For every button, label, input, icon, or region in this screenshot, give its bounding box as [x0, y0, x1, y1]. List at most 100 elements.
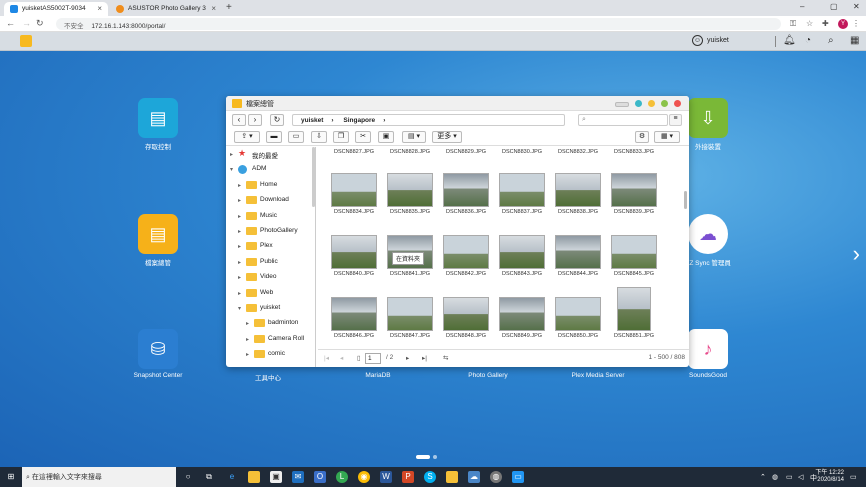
chevron-down-icon[interactable]: ▾: [230, 166, 233, 173]
chevron-right-icon[interactable]: ▸: [238, 290, 241, 297]
powerpoint-icon[interactable]: P: [402, 471, 414, 483]
widget-icon[interactable]: ▦: [850, 35, 859, 46]
file-thumbnail-item[interactable]: DSCN8849.JPG: [494, 297, 550, 339]
taskbar-pin-button[interactable]: [615, 102, 630, 107]
windows-start-icon[interactable]: ⊞: [5, 471, 17, 483]
tree-item[interactable]: ▸ Home: [226, 178, 315, 193]
chevron-right-icon[interactable]: ▸: [238, 213, 241, 220]
skype-icon[interactable]: S: [424, 471, 436, 483]
notification-bell-icon[interactable]: 🔔︎: [783, 35, 796, 46]
back-arrow-icon[interactable]: ←: [6, 18, 15, 28]
network-icon[interactable]: ▭: [786, 473, 793, 481]
taskbar-search-input[interactable]: ⌕ 在這裡輸入文字來搜尋: [22, 467, 176, 487]
file-name-label[interactable]: DSCN8827.JPG: [326, 149, 382, 155]
cortana-icon[interactable]: ○: [182, 471, 194, 483]
volume-icon[interactable]: ◁: [798, 473, 803, 481]
info-button[interactable]: [635, 100, 643, 107]
chevron-right-icon[interactable]: ▸: [238, 197, 241, 204]
tree-item[interactable]: ▸ Video: [226, 270, 315, 285]
tree-item[interactable]: ▸ Camera Roll: [226, 332, 315, 347]
download-icon[interactable]: ⇩: [311, 131, 327, 143]
desktop-pager[interactable]: [416, 454, 440, 461]
window-titlebar[interactable]: 檔案總管: [226, 96, 689, 111]
breadcrumb-yuisket[interactable]: yuisket: [301, 117, 323, 124]
chevron-right-icon[interactable]: ▸: [238, 182, 241, 189]
view-mode-button[interactable]: ▦ ▾: [654, 131, 680, 143]
cut-icon[interactable]: ✂: [355, 131, 371, 143]
new-tab-button[interactable]: +: [226, 2, 232, 13]
tab-adm[interactable]: yuisketAS5002T-9034 ×: [4, 2, 108, 16]
desktop-icon-access-control[interactable]: ▤ 存取控制: [118, 98, 198, 151]
file-thumbnail-item[interactable]: DSCN8850.JPG: [550, 297, 606, 339]
search-icon[interactable]: ⌕: [828, 35, 834, 46]
tree-item[interactable]: ▸ comic: [226, 347, 315, 362]
last-page-icon[interactable]: ▸|: [422, 354, 427, 362]
chevron-right-icon[interactable]: ▸: [238, 228, 241, 235]
file-thumbnail-item[interactable]: DSCN8845.JPG: [606, 235, 662, 277]
chevron-right-icon[interactable]: ▸: [238, 259, 241, 266]
file-thumbnail-item[interactable]: DSCN8842.JPG: [438, 235, 494, 277]
file-thumbnail-item[interactable]: DSCN8843.JPG: [494, 235, 550, 277]
close-button[interactable]: [674, 100, 681, 107]
back-button[interactable]: ‹: [232, 114, 246, 126]
activity-monitor-icon[interactable]: ◔: [805, 35, 811, 46]
taskbar-clock[interactable]: 下午 12:22 2020/8/14: [815, 470, 844, 484]
bookmark-star-icon[interactable]: ☆: [806, 19, 813, 28]
tree-item[interactable]: ▸ Music: [226, 209, 315, 224]
file-thumbnail-item[interactable]: DSCN8835.JPG: [382, 173, 438, 215]
tree-item[interactable]: ▸ Plex: [226, 239, 315, 254]
tree-item[interactable]: ▸ Public: [226, 255, 315, 270]
page-dot[interactable]: [433, 455, 437, 460]
file-thumbnail-item[interactable]: DSCN8846.JPG: [326, 297, 382, 339]
tree-scrollbar[interactable]: [312, 147, 315, 207]
chevron-right-icon[interactable]: ▸: [238, 243, 241, 250]
file-thumbnail-item[interactable]: DSCN8836.JPG: [438, 173, 494, 215]
refresh-list-icon[interactable]: ⇆: [443, 354, 448, 362]
tree-item[interactable]: ▾ yuisket: [226, 301, 315, 316]
key-icon[interactable]: ⚿: [790, 19, 796, 29]
forward-arrow-icon[interactable]: →: [22, 18, 31, 28]
search-input[interactable]: ⌕: [578, 114, 668, 126]
tree-item[interactable]: ▾ ADM: [226, 162, 315, 177]
tree-item[interactable]: ▸ badminton: [226, 316, 315, 331]
tree-item[interactable]: ▸ PhotoGallery: [226, 224, 315, 239]
file-name-label[interactable]: DSCN8833.JPG: [606, 149, 662, 155]
next-page-icon[interactable]: ▸: [406, 354, 409, 362]
word-icon[interactable]: W: [380, 471, 392, 483]
tab-photo-gallery[interactable]: ASUSTOR Photo Gallery 3 ×: [110, 2, 222, 16]
user-menu[interactable]: ☺ yuisket: [692, 35, 729, 46]
select-all-icon[interactable]: ▣: [378, 131, 394, 143]
file-name-label[interactable]: DSCN8829.JPG: [438, 149, 494, 155]
app-icon[interactable]: ◍: [490, 471, 502, 483]
desktop-icon-snapshot-center[interactable]: ⛁ Snapshot Center: [118, 329, 198, 379]
file-thumbnail-item[interactable]: DSCN8838.JPG: [550, 173, 606, 215]
desktop-label-tool-center[interactable]: 工具中心: [228, 372, 308, 382]
store-icon[interactable]: ▣: [270, 471, 282, 483]
file-thumbnail-item[interactable]: DSCN8848.JPG: [438, 297, 494, 339]
menu-icon[interactable]: ⋮: [852, 19, 860, 28]
new-share-folder-icon[interactable]: ▭: [288, 131, 304, 143]
settings-gear-icon[interactable]: ⚙: [635, 131, 649, 143]
file-thumbnail-item[interactable]: DSCN8840.JPG: [326, 235, 382, 277]
new-folder-icon[interactable]: ▬: [266, 131, 282, 143]
file-thumbnail-item[interactable]: DSCN8837.JPG: [494, 173, 550, 215]
page-dot-active[interactable]: [416, 455, 430, 460]
reload-icon[interactable]: ↻: [36, 18, 44, 29]
chevron-right-icon[interactable]: ▸: [246, 336, 249, 343]
close-icon[interactable]: ×: [97, 4, 102, 13]
address-bar[interactable]: 不安全 172.16.1.143:8000/portal/: [56, 18, 781, 30]
file-name-label[interactable]: DSCN8830.JPG: [494, 149, 550, 155]
upload-button[interactable]: ⇪ ▾: [234, 131, 260, 143]
search-options-icon[interactable]: ≡: [669, 114, 682, 126]
breadcrumb-singapore[interactable]: Singapore: [343, 117, 375, 124]
file-thumbnail-item[interactable]: DSCN8847.JPG: [382, 297, 438, 339]
file-name-label[interactable]: DSCN8832.JPG: [550, 149, 606, 155]
file-explorer-taskbar-icon[interactable]: [248, 471, 260, 483]
chevron-right-icon[interactable]: ▸: [238, 274, 241, 281]
close-window-button[interactable]: ✕: [853, 2, 860, 11]
chevron-down-icon[interactable]: ▾: [238, 305, 241, 312]
copy-icon[interactable]: ❐: [333, 131, 349, 143]
tree-item[interactable]: ▸ ★ 我的最愛: [226, 147, 315, 162]
mail-icon[interactable]: ✉: [292, 471, 304, 483]
photos-icon[interactable]: ☁: [468, 471, 480, 483]
